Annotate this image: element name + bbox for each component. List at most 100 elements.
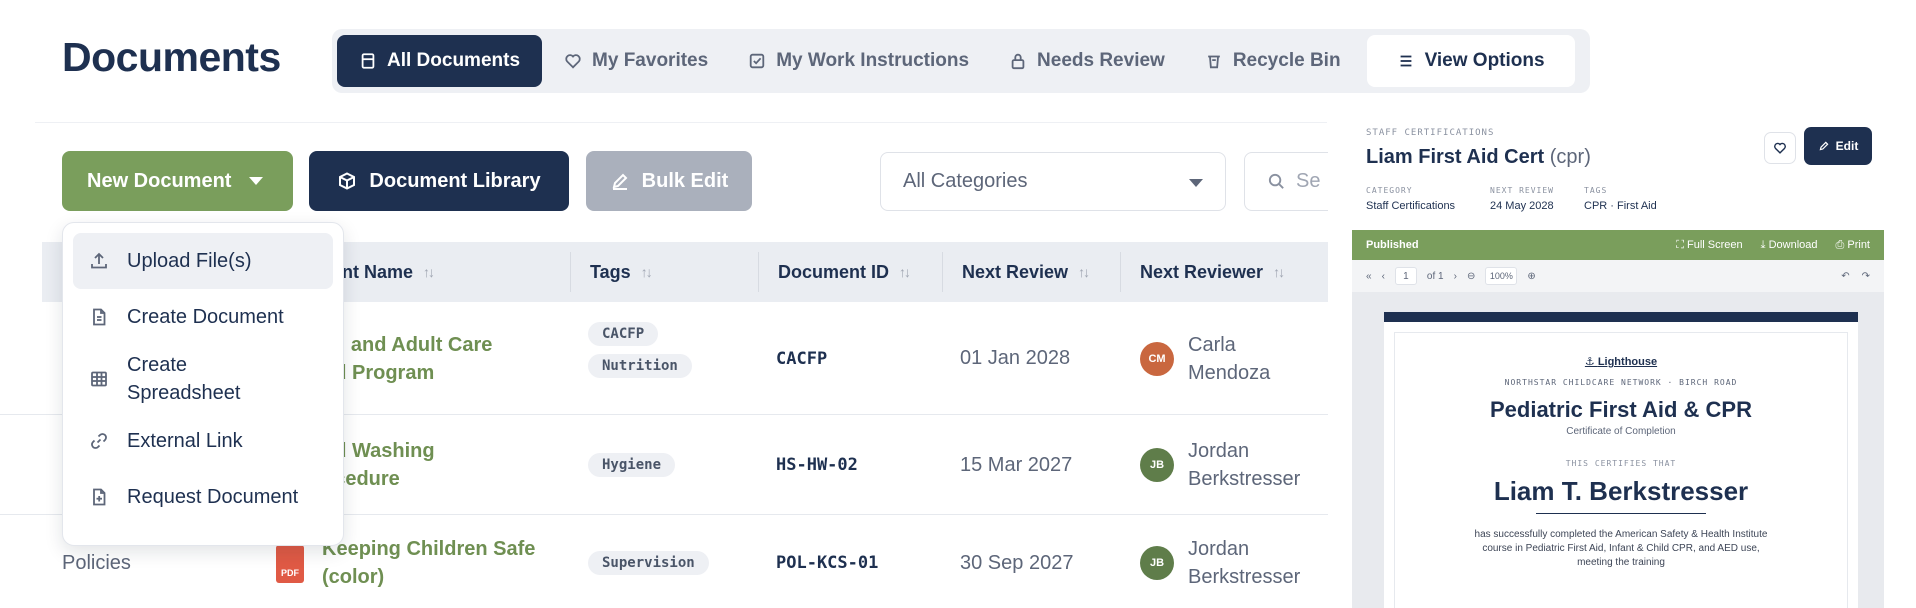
- column-next-review[interactable]: Next Review ↑↓: [962, 242, 1090, 302]
- prev-page-icon[interactable]: ‹: [1382, 271, 1385, 282]
- certificate-page: ⚓ Lighthouse NORTHSTAR CHILDCARE NETWORK…: [1384, 312, 1858, 608]
- next-review-text: 15 Mar 2027: [960, 453, 1073, 476]
- document-library-button[interactable]: Document Library: [309, 151, 569, 211]
- certificate-rule: [1536, 513, 1706, 514]
- document-preview-panel: STAFF CERTIFICATIONS Liam First Aid Cert…: [1328, 116, 1916, 608]
- menu-item-external-link[interactable]: External Link: [73, 413, 333, 469]
- page-number-input[interactable]: 1: [1394, 267, 1417, 285]
- tag-badge[interactable]: Nutrition: [588, 354, 692, 378]
- first-page-icon[interactable]: «: [1366, 271, 1372, 282]
- chevron-down-icon: [1189, 179, 1203, 187]
- next-review-date: 15 Mar 2027: [960, 415, 1072, 515]
- reviewer-name-line: Mendoza: [1188, 361, 1271, 384]
- document-id-text: HS-HW-02: [776, 455, 858, 475]
- menu-item-request-document[interactable]: Request Document: [73, 469, 333, 525]
- tab-label: View Options: [1424, 50, 1545, 71]
- column-document-id[interactable]: Document ID ↑↓: [778, 242, 911, 302]
- document-id-text: POL-KCS-01: [776, 553, 879, 573]
- column-divider: [942, 252, 943, 292]
- download-button[interactable]: ⤓ Download: [1761, 239, 1818, 252]
- tab-needs-review[interactable]: Needs Review: [991, 35, 1183, 87]
- bulk-edit-button[interactable]: Bulk Edit: [586, 151, 752, 211]
- column-label: Tags: [590, 261, 631, 282]
- new-document-button[interactable]: New Document: [62, 151, 293, 211]
- tab-label: Recycle Bin: [1232, 50, 1341, 71]
- certificate-logo-text: Lighthouse: [1597, 356, 1658, 368]
- menu-item-label: Upload File(s): [127, 249, 252, 272]
- action-label: Full Screen: [1687, 238, 1743, 251]
- tag-badge[interactable]: Hygiene: [588, 453, 676, 477]
- document-name-line: (color): [322, 566, 385, 588]
- view-options-button[interactable]: View Options: [1366, 35, 1575, 87]
- certificate-org: NORTHSTAR CHILDCARE NETWORK · BIRCH ROAD: [1504, 378, 1738, 387]
- search-icon: [1268, 173, 1284, 189]
- pencil-icon: [1819, 141, 1829, 151]
- link-icon: [91, 433, 107, 449]
- edit-button[interactable]: Edit: [1804, 127, 1872, 165]
- tab-all-documents[interactable]: All Documents: [337, 35, 543, 87]
- column-divider: [758, 252, 759, 292]
- next-reviewer: CM Carla Mendoza: [1140, 302, 1270, 415]
- page-title: Documents: [62, 34, 281, 80]
- tab-my-work-instructions[interactable]: My Work Instructions: [730, 35, 987, 87]
- next-review-date: 01 Jan 2028: [960, 302, 1070, 415]
- menu-item-create-document[interactable]: Create Document: [73, 289, 333, 345]
- box-icon: [339, 172, 356, 190]
- new-document-menu: Upload File(s) Create Document Create Sp…: [62, 222, 344, 546]
- preview-category-caption: STAFF CERTIFICATIONS: [1366, 128, 1495, 138]
- reviewer-name-line: Jordan: [1188, 538, 1250, 560]
- viewer-status-bar: Published ⛶ Full Screen ⤓ Download ⎙ Pri…: [1352, 230, 1884, 260]
- favorite-button[interactable]: [1764, 132, 1796, 164]
- column-document-name[interactable]: ent Name ↑↓: [332, 242, 435, 302]
- heart-icon: [1774, 142, 1786, 154]
- document-id: CACFP: [776, 302, 827, 415]
- column-next-reviewer[interactable]: Next Reviewer ↑↓: [1140, 242, 1285, 302]
- trash-icon: [1207, 55, 1220, 69]
- menu-icon: [1400, 55, 1411, 67]
- tab-label: My Work Instructions: [776, 50, 970, 71]
- rotate-right-icon[interactable]: ↷: [1862, 271, 1870, 282]
- column-label: Next Review: [962, 261, 1069, 282]
- print-button[interactable]: ⎙ Print: [1836, 239, 1870, 252]
- sort-icon: ↑↓: [423, 264, 435, 280]
- meta-category: CATEGORY Staff Certifications: [1366, 186, 1455, 212]
- document-name-link[interactable]: nd Washing ocedure: [322, 415, 542, 515]
- document-canvas: ⚓ Lighthouse NORTHSTAR CHILDCARE NETWORK…: [1352, 292, 1884, 608]
- sort-icon: ↑↓: [1078, 264, 1090, 280]
- tag-badge[interactable]: CACFP: [588, 322, 659, 346]
- next-page-icon[interactable]: ›: [1454, 271, 1457, 282]
- menu-item-upload-files[interactable]: Upload File(s): [73, 233, 333, 289]
- menu-item-label: External Link: [127, 429, 243, 452]
- menu-item-create-spreadsheet[interactable]: Create Spreadsheet: [73, 345, 333, 413]
- next-reviewer: JB Jordan Berkstresser: [1140, 515, 1300, 608]
- column-tags[interactable]: Tags ↑↓: [590, 242, 653, 302]
- category-select[interactable]: All Categories: [880, 152, 1226, 211]
- document-id-text: CACFP: [776, 348, 828, 369]
- tab-recycle-bin[interactable]: Recycle Bin: [1187, 35, 1359, 87]
- column-divider: [570, 252, 571, 292]
- full-screen-button[interactable]: ⛶ Full Screen: [1676, 239, 1742, 252]
- document-id: HS-HW-02: [776, 415, 858, 515]
- next-reviewer: JB Jordan Berkstresser: [1140, 415, 1300, 515]
- meta-value: Staff Certifications: [1366, 200, 1456, 212]
- zoom-level[interactable]: 100%: [1485, 267, 1518, 285]
- zoom-in-icon[interactable]: ⊕: [1527, 271, 1535, 282]
- sort-icon: ↑↓: [640, 264, 653, 280]
- reviewer-name-line: Berkstresser: [1188, 566, 1301, 588]
- action-label: Download: [1768, 238, 1818, 251]
- menu-item-label: Create Spreadsheet: [127, 354, 241, 404]
- certificate-logo: ⚓ Lighthouse: [1584, 356, 1658, 368]
- zoom-out-icon[interactable]: ⊖: [1467, 271, 1475, 282]
- preview-title-suffix: (cpr): [1549, 146, 1591, 168]
- pdf-file-icon: PDF: [276, 545, 304, 583]
- document-name-link[interactable]: Keeping Children Safe (color): [322, 515, 562, 608]
- file-icon: [93, 308, 106, 326]
- edit-label: Edit: [1835, 139, 1859, 153]
- tag-badge[interactable]: Supervision: [588, 551, 709, 575]
- tags-cell: CACFP Nutrition: [588, 322, 692, 378]
- file-plus-icon: [93, 488, 106, 506]
- document-name-link[interactable]: ild and Adult Care od Program: [322, 302, 542, 415]
- tab-my-favorites[interactable]: My Favorites: [546, 35, 726, 87]
- rotate-left-icon[interactable]: ↶: [1841, 271, 1849, 282]
- meta-label: TAGS: [1584, 186, 1608, 195]
